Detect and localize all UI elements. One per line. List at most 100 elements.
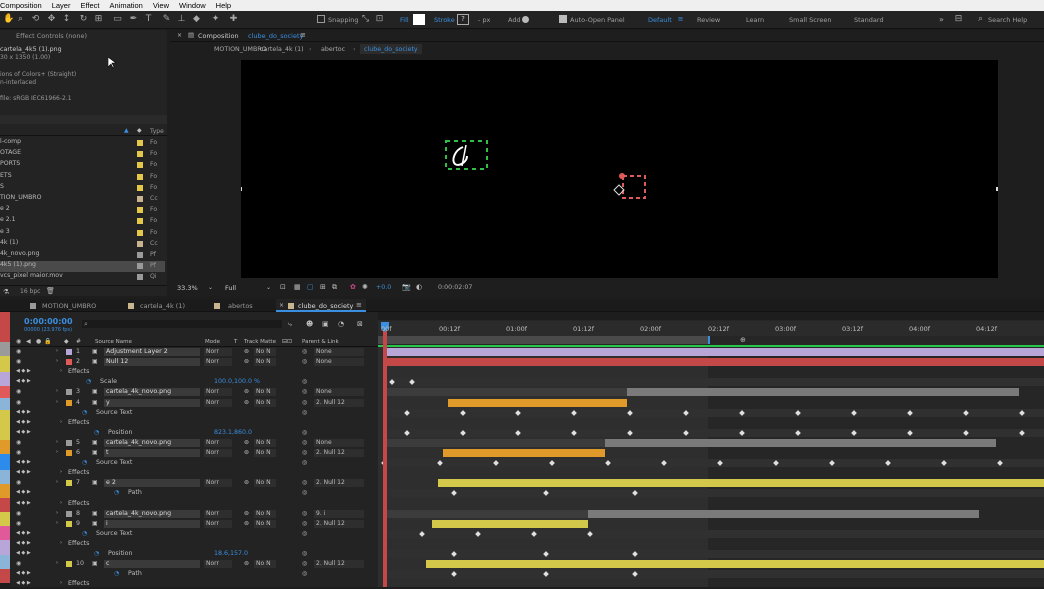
- expand-chevron-icon[interactable]: ›: [56, 358, 58, 364]
- keyframe-nav-icon[interactable]: ◀ ◆ ▶: [16, 368, 31, 374]
- layer-label-color[interactable]: [66, 389, 72, 396]
- layer-duration-bar[interactable]: [588, 509, 979, 518]
- expand-chevron-icon[interactable]: ›: [56, 399, 58, 405]
- pickwhip-icon[interactable]: ◎: [302, 439, 307, 446]
- layer-row[interactable]: ◉ › 4 ▣ y Norr ⊚ No N ◎ 2. Null 12: [0, 398, 378, 408]
- pickwhip-icon[interactable]: ◎: [302, 399, 307, 406]
- preserve-transparency-icon[interactable]: ⊚: [244, 399, 249, 406]
- project-item[interactable]: e 2 Fo: [0, 205, 165, 216]
- pen-tool-icon[interactable]: ✒: [128, 14, 139, 25]
- eye-icon[interactable]: ◉: [16, 479, 25, 487]
- property-name[interactable]: Effects: [68, 540, 89, 547]
- mode-dropdown[interactable]: Norr: [204, 388, 232, 397]
- keyframe-nav-icon[interactable]: ◀ ◆ ▶: [16, 459, 31, 465]
- layer-label-color[interactable]: [66, 480, 72, 487]
- collapse-panel-icon[interactable]: ⊟: [953, 14, 964, 25]
- label-swatch[interactable]: [137, 196, 143, 202]
- crumb-abertoc[interactable]: abertoc: [321, 46, 345, 53]
- col-track-matte[interactable]: Track Matte: [244, 339, 276, 345]
- keyframe-nav-icon[interactable]: ◀ ◆ ▶: [16, 540, 31, 546]
- project-item[interactable]: OTAGE Fo: [0, 149, 165, 160]
- snapping-checkbox[interactable]: [317, 15, 325, 23]
- selected-layer-green[interactable]: [445, 140, 488, 170]
- eye-icon[interactable]: ◉: [16, 358, 25, 366]
- layer-name[interactable]: cartela_4k_novo.png: [104, 438, 200, 447]
- stamp-tool-icon[interactable]: ⊥: [176, 14, 187, 25]
- mode-dropdown[interactable]: Norr: [204, 519, 232, 528]
- mode-dropdown[interactable]: Norr: [204, 438, 232, 447]
- property-row[interactable]: ◀ ◆ ▶ ◔ Position 18.6,157.0 ◎: [0, 549, 378, 559]
- menu-effect[interactable]: Effect: [80, 1, 99, 10]
- layer-row[interactable]: ◉ › 3 ▣ cartela_4k_novo.png Norr ⊚ No N ◎ None: [0, 387, 378, 397]
- track-matte-dropdown[interactable]: No N: [254, 348, 276, 356]
- layer-row[interactable]: ◉ › 8 ▣ cartela_4k_novo.png Norr ⊚ No N ◎ 9. i: [0, 509, 378, 519]
- layer-row[interactable]: ◉ › 6 ▣ t Norr ⊚ No N ◎ 2. Null 12: [0, 448, 378, 458]
- eraser-tool-icon[interactable]: ◆: [191, 14, 202, 25]
- tab-cartela[interactable]: cartela_4k (1): [140, 302, 185, 310]
- keyframe-nav-icon[interactable]: ◀ ◆ ▶: [16, 580, 31, 586]
- settings-icon[interactable]: ✺: [362, 283, 368, 291]
- expand-chevron-icon[interactable]: ›: [56, 479, 58, 485]
- stopwatch-icon[interactable]: ◔: [82, 530, 87, 537]
- property-name[interactable]: Path: [128, 489, 142, 496]
- composition-viewer[interactable]: [238, 60, 1000, 278]
- property-name[interactable]: Scale: [100, 378, 117, 385]
- property-row[interactable]: ◀ ◆ ▶ ◔ Path ◎: [0, 488, 378, 498]
- sort-icon[interactable]: ▲: [124, 127, 129, 134]
- parent-dropdown[interactable]: None: [314, 358, 364, 367]
- auto-open-checkbox[interactable]: [559, 15, 567, 23]
- pickwhip-icon[interactable]: ◎: [302, 479, 307, 486]
- stopwatch-icon[interactable]: ◔: [82, 459, 87, 466]
- lock-column-icon[interactable]: 🔒: [44, 338, 51, 345]
- project-item[interactable]: vcs_pixel maior.mov Qi: [0, 272, 165, 283]
- layer-duration-bar[interactable]: [605, 438, 996, 447]
- layer-row[interactable]: ◉ › 2 ▣ Null 12 Norr ⊚ No N ◎ None: [0, 357, 378, 367]
- project-item[interactable]: PORTS Fo: [0, 160, 165, 171]
- expression-pickwhip-icon[interactable]: ◎: [302, 409, 307, 416]
- keyframe-nav-icon[interactable]: ◀ ◆ ▶: [16, 489, 31, 495]
- keyframe-nav-icon[interactable]: ◀ ◆ ▶: [16, 429, 31, 435]
- layer-label-color[interactable]: [66, 510, 72, 517]
- property-name[interactable]: Position: [108, 429, 133, 436]
- track-matte-dropdown[interactable]: No N: [254, 560, 276, 569]
- property-row[interactable]: ◀ ◆ ▶ › Effects: [0, 499, 378, 509]
- property-name[interactable]: Effects: [68, 368, 89, 375]
- expand-chevron-icon[interactable]: ›: [56, 510, 58, 516]
- menu-layer[interactable]: Layer: [52, 1, 71, 10]
- pan-icon[interactable]: ✥: [46, 14, 57, 25]
- expand-chevron-icon[interactable]: ›: [60, 540, 62, 546]
- workspace-default[interactable]: Default: [648, 16, 672, 24]
- resolution-dropdown[interactable]: Full: [225, 284, 236, 292]
- parent-dropdown[interactable]: None: [314, 348, 364, 356]
- pickwhip-icon[interactable]: ◎: [302, 520, 307, 527]
- stroke-swatch[interactable]: ?: [457, 14, 469, 25]
- workspace-learn[interactable]: Learn: [746, 16, 764, 24]
- tab-motion-umbro[interactable]: MOTION_UMBRO: [42, 302, 96, 310]
- property-row[interactable]: ◀ ◆ ▶ › Effects: [0, 579, 378, 589]
- property-row[interactable]: ◀ ◆ ▶ ◔ Source Text ◎: [0, 529, 378, 539]
- project-item[interactable]: 4k (1) Cc: [0, 239, 165, 250]
- property-row[interactable]: ◀ ◆ ▶ ◔ Scale 100.0,100.0 % ◎: [0, 377, 378, 387]
- track-matte-dropdown[interactable]: No N: [254, 509, 276, 518]
- stopwatch-icon[interactable]: ◔: [94, 550, 99, 557]
- keyframe-nav-icon[interactable]: ◀ ◆ ▶: [16, 419, 31, 425]
- puppet-tool-icon[interactable]: ✚: [228, 14, 239, 25]
- property-value[interactable]: 100.0,100.0 %: [214, 378, 260, 385]
- rectangle-tool-icon[interactable]: ▭: [112, 14, 123, 25]
- solo-icon[interactable]: ●: [36, 338, 41, 345]
- mode-dropdown[interactable]: Norr: [204, 560, 232, 569]
- lock-icon[interactable]: ▤: [188, 31, 194, 39]
- bpc-label[interactable]: 16 bpc: [20, 288, 40, 295]
- pickwhip-icon[interactable]: ◎: [302, 449, 307, 456]
- project-item[interactable]: ETS Fo: [0, 172, 165, 183]
- res-chevron-icon[interactable]: ⌄: [266, 284, 271, 291]
- layer-name[interactable]: cartela_4k_novo.png: [104, 388, 200, 397]
- property-name[interactable]: Source Text: [96, 530, 132, 537]
- work-area-bar[interactable]: [378, 312, 1044, 320]
- keyframe-nav-icon[interactable]: ◀ ◆ ▶: [16, 530, 31, 536]
- eye-icon[interactable]: ◉: [16, 399, 25, 407]
- keyframe-nav-icon[interactable]: ◀ ◆ ▶: [16, 500, 31, 506]
- label-swatch[interactable]: [137, 229, 143, 236]
- mode-dropdown[interactable]: Norr: [204, 358, 232, 367]
- property-name[interactable]: Effects: [68, 419, 89, 426]
